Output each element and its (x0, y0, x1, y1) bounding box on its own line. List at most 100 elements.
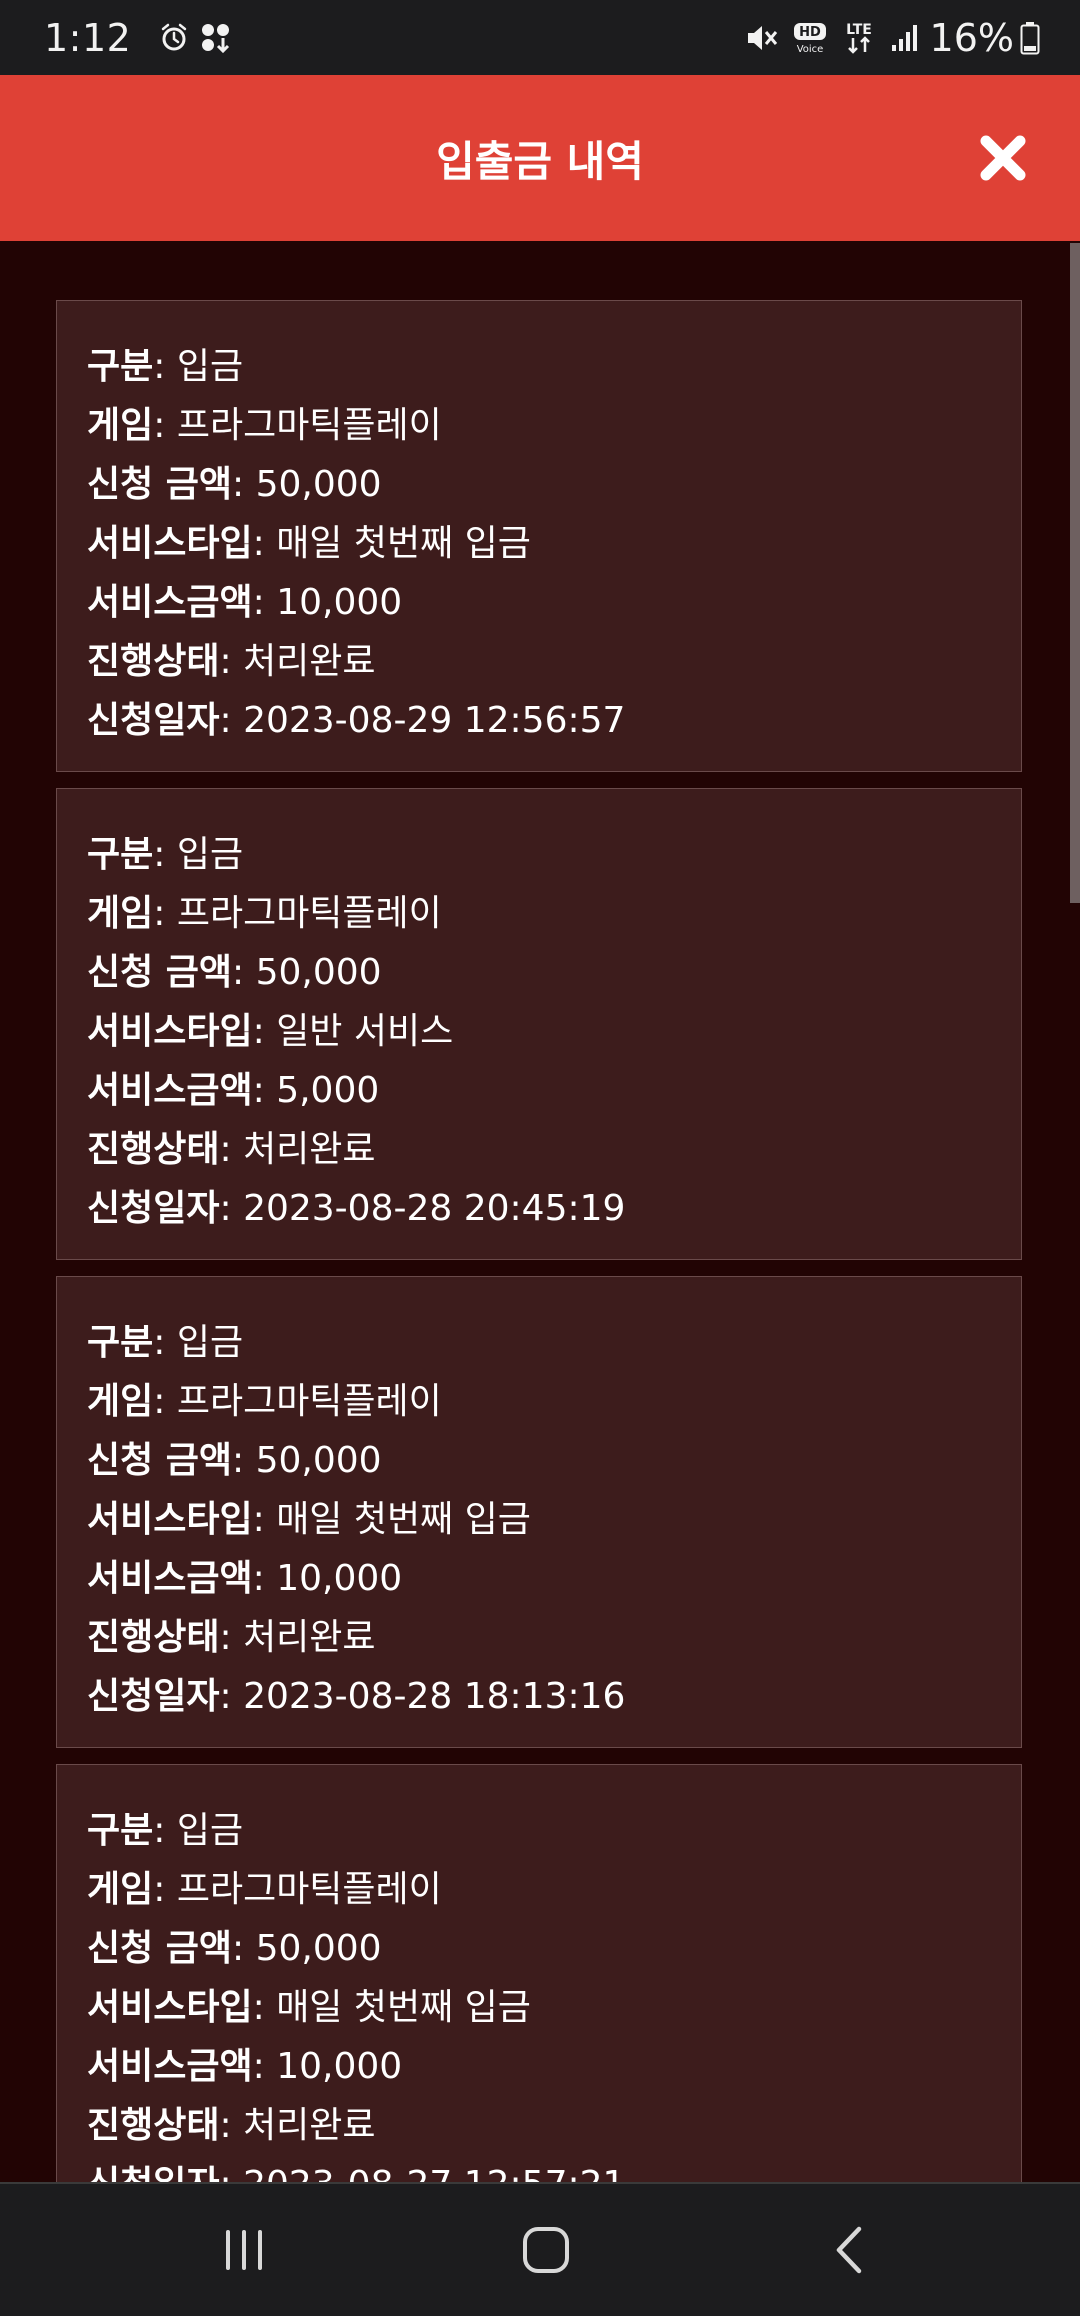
label-game: 게임 (87, 1869, 154, 1910)
lte-icon: LTE (842, 20, 876, 56)
label-amount: 신청 금액 (87, 1440, 233, 1481)
transaction-card: 구분: 입금 게임: 프라그마틱플레이 신청 금액: 50,000 서비스타입:… (56, 300, 1022, 772)
svg-text:Voice: Voice (796, 44, 823, 55)
row-type: 구분: 입금 (87, 1322, 244, 1363)
app-notification-icon (199, 21, 233, 55)
label-amount: 신청 금액 (87, 952, 233, 993)
value-type: 입금 (176, 1810, 244, 1851)
svg-text:LTE: LTE (846, 22, 872, 38)
row-date: 신청일자: 2023-08-28 20:45:19 (87, 1188, 626, 1229)
row-status: 진행상태: 처리완료 (87, 1129, 376, 1170)
battery-icon (1020, 21, 1040, 55)
value-amount: 50,000 (255, 1440, 382, 1481)
value-service-amount: 5,000 (276, 1070, 380, 1111)
value-date: 2023-08-28 18:13:16 (243, 1676, 626, 1717)
label-service-type: 서비스타입 (87, 1499, 253, 1540)
value-game: 프라그마틱플레이 (176, 405, 442, 446)
row-service-type: 서비스타입: 일반 서비스 (87, 1011, 454, 1052)
label-type: 구분 (87, 834, 154, 875)
hd-voice-icon: HD Voice (792, 21, 828, 55)
value-service-amount: 10,000 (276, 2046, 403, 2087)
row-service-type: 서비스타입: 매일 첫번째 입금 (87, 523, 531, 564)
row-service-amount: 서비스금액: 10,000 (87, 1558, 403, 1599)
value-service-amount: 10,000 (276, 1558, 403, 1599)
row-amount: 신청 금액: 50,000 (87, 464, 382, 505)
value-status: 처리완료 (243, 641, 376, 682)
label-date: 신청일자 (87, 2164, 219, 2182)
battery-percent: 16% (929, 15, 1014, 60)
status-right: HD Voice LTE 16% (730, 16, 1040, 60)
home-icon (523, 2227, 569, 2273)
transaction-card: 구분: 입금 게임: 프라그마틱플레이 신청 금액: 50,000 서비스타입:… (56, 1276, 1022, 1748)
label-service-amount: 서비스금액 (87, 582, 253, 623)
transaction-card: 구분: 입금 게임: 프라그마틱플레이 신청 금액: 50,000 서비스타입:… (56, 1764, 1022, 2182)
row-game: 게임: 프라그마틱플레이 (87, 1869, 442, 1910)
row-game: 게임: 프라그마틱플레이 (87, 405, 442, 446)
label-amount: 신청 금액 (87, 1928, 233, 1969)
value-status: 처리완료 (243, 1617, 376, 1658)
close-icon (980, 135, 1026, 181)
value-service-type: 매일 첫번째 입금 (276, 523, 531, 564)
label-service-type: 서비스타입 (87, 1011, 253, 1052)
back-button[interactable] (805, 2205, 895, 2295)
transaction-list[interactable]: 구분: 입금 게임: 프라그마틱플레이 신청 금액: 50,000 서비스타입:… (0, 241, 1080, 2182)
value-service-type: 일반 서비스 (276, 1011, 454, 1052)
close-button[interactable] (978, 133, 1028, 183)
label-game: 게임 (87, 893, 154, 934)
row-game: 게임: 프라그마틱플레이 (87, 1381, 442, 1422)
value-amount: 50,000 (255, 464, 382, 505)
value-type: 입금 (176, 834, 244, 875)
value-type: 입금 (176, 346, 244, 387)
navigation-bar (0, 2182, 1080, 2316)
row-type: 구분: 입금 (87, 1810, 244, 1851)
home-button[interactable] (501, 2205, 591, 2295)
value-date: 2023-08-27 12:57:21 (243, 2164, 625, 2182)
label-status: 진행상태 (87, 2105, 220, 2146)
row-service-type: 서비스타입: 매일 첫번째 입금 (87, 1987, 531, 2028)
label-status: 진행상태 (87, 1617, 220, 1658)
label-date: 신청일자 (87, 1188, 220, 1229)
label-service-type: 서비스타입 (87, 523, 253, 564)
status-bar: 1:12 HD Voice LTE 16% (0, 0, 1080, 75)
label-status: 진행상태 (87, 1129, 220, 1170)
mute-icon (744, 21, 778, 55)
row-status: 진행상태: 처리완료 (87, 641, 376, 682)
row-date: 신청일자: 2023-08-27 12:57:21 (87, 2155, 991, 2182)
value-date: 2023-08-28 20:45:19 (243, 1188, 626, 1229)
row-type: 구분: 입금 (87, 834, 244, 875)
value-status: 처리완료 (243, 1129, 376, 1170)
transaction-card: 구분: 입금 게임: 프라그마틱플레이 신청 금액: 50,000 서비스타입:… (56, 788, 1022, 1260)
value-type: 입금 (176, 1322, 244, 1363)
value-service-type: 매일 첫번째 입금 (276, 1987, 531, 2028)
svg-text:HD: HD (799, 25, 821, 40)
value-service-type: 매일 첫번째 입금 (276, 1499, 531, 1540)
label-service-amount: 서비스금액 (87, 1558, 253, 1599)
back-icon (836, 2226, 862, 2274)
row-service-amount: 서비스금액: 10,000 (87, 582, 403, 623)
value-service-amount: 10,000 (276, 582, 403, 623)
recents-button[interactable] (199, 2205, 289, 2295)
row-status: 진행상태: 처리완료 (87, 1617, 376, 1658)
value-date: 2023-08-29 12:56:57 (243, 700, 626, 741)
label-service-amount: 서비스금액 (87, 1070, 253, 1111)
value-amount: 50,000 (255, 952, 382, 993)
status-time: 1:12 (44, 15, 132, 60)
value-game: 프라그마틱플레이 (176, 1869, 442, 1910)
row-service-amount: 서비스금액: 5,000 (87, 1070, 380, 1111)
page-title: 입출금 내역 (436, 136, 644, 186)
value-game: 프라그마틱플레이 (176, 1381, 442, 1422)
label-type: 구분 (87, 1322, 154, 1363)
row-amount: 신청 금액: 50,000 (87, 1928, 382, 1969)
value-game: 프라그마틱플레이 (176, 893, 442, 934)
label-service-type: 서비스타입 (87, 1987, 253, 2028)
label-status: 진행상태 (87, 641, 220, 682)
row-date: 신청일자: 2023-08-29 12:56:57 (87, 700, 626, 741)
row-game: 게임: 프라그마틱플레이 (87, 893, 442, 934)
status-left: 1:12 (44, 16, 233, 60)
signal-icon (890, 23, 920, 53)
row-date: 신청일자: 2023-08-28 18:13:16 (87, 1676, 626, 1717)
label-type: 구분 (87, 346, 154, 387)
row-status: 진행상태: 처리완료 (87, 2105, 376, 2146)
row-amount: 신청 금액: 50,000 (87, 1440, 382, 1481)
label-date: 신청일자 (87, 700, 220, 741)
